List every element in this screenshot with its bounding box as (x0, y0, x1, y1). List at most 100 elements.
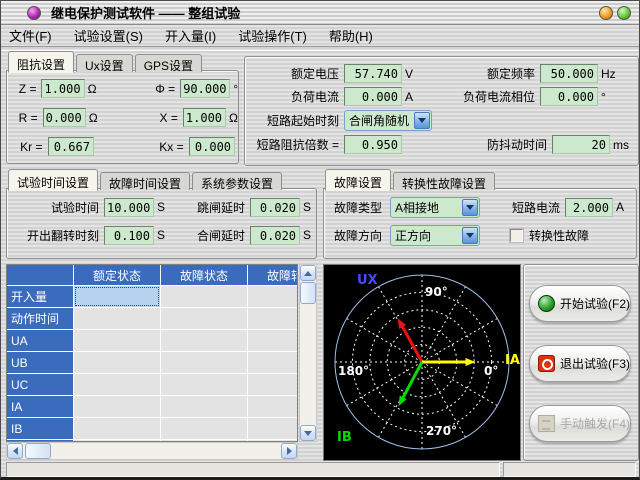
vertical-scroll-thumb[interactable] (300, 282, 316, 304)
table-cell[interactable] (161, 308, 247, 329)
phi-unit: ° (233, 82, 238, 96)
arrow-down-icon (304, 431, 312, 436)
action-button-panel: 开始试验(F2) 退出试验(F3) 手动触发(F4) (523, 264, 639, 461)
table-cell[interactable] (161, 374, 247, 395)
table-cell[interactable] (74, 418, 160, 439)
table-cell[interactable] (74, 352, 160, 373)
table-cell[interactable] (74, 374, 160, 395)
table-cell[interactable] (248, 352, 298, 373)
z-input[interactable]: 1.000 (41, 79, 84, 98)
anti-shake-input[interactable]: 20 (552, 135, 610, 154)
table-cell[interactable] (248, 330, 298, 351)
table-cell[interactable] (74, 308, 160, 329)
menu-file[interactable]: 文件(F) (5, 25, 56, 46)
tab-ux-settings[interactable]: Ux设置 (76, 54, 133, 72)
table-cell[interactable] (74, 396, 160, 417)
table-cell[interactable] (248, 286, 298, 307)
ux-label: UX (357, 273, 378, 288)
convert-fault-label: 转换性故障 (529, 227, 589, 244)
minimize-orb-button[interactable] (599, 6, 613, 20)
scroll-left-button[interactable] (7, 443, 23, 459)
r-label: R = (15, 111, 38, 125)
table-cell[interactable] (248, 308, 298, 329)
impedance-multiple-input[interactable]: 0.950 (344, 135, 402, 154)
source-panel: 额定电压 57.740 V 额定频率 50.000 Hz 负荷电流 0.000 … (244, 56, 639, 166)
trip-delay-input[interactable]: 0.020 (250, 198, 300, 217)
ia-phasor-arrowhead (466, 358, 476, 366)
rated-freq-input[interactable]: 50.000 (540, 64, 598, 83)
menu-help[interactable]: 帮助(H) (325, 25, 377, 46)
kx-input[interactable]: 0.000 (189, 137, 235, 156)
x-input[interactable]: 1.000 (183, 108, 226, 127)
menu-binary-input[interactable]: 开入量(I) (161, 25, 220, 46)
table-cell[interactable] (248, 418, 298, 439)
start-test-icon (538, 295, 555, 312)
kr-input[interactable]: 0.667 (48, 137, 94, 156)
phi-input[interactable]: 90.000 (180, 79, 230, 98)
scroll-down-button[interactable] (300, 425, 316, 441)
close-delay-input[interactable]: 0.020 (250, 226, 300, 245)
fault-direction-dropdown-button[interactable] (462, 227, 478, 244)
ib-label: IB (337, 430, 352, 445)
fault-type-dropdown-button[interactable] (462, 199, 478, 216)
r-input[interactable]: 0.000 (43, 108, 86, 127)
scroll-up-button[interactable] (300, 265, 316, 281)
fault-direction-value: 正方向 (391, 227, 461, 244)
tab-fault-settings[interactable]: 故障设置 (325, 169, 391, 191)
tab-system-param-settings[interactable]: 系统参数设置 (192, 172, 282, 190)
table-cell[interactable] (74, 286, 160, 307)
tab-impedance-settings[interactable]: 阻抗设置 (8, 51, 74, 73)
table-cell[interactable] (248, 396, 298, 417)
chevron-down-icon (418, 118, 426, 123)
column-header: 故障转换 (248, 265, 298, 285)
start-test-button[interactable]: 开始试验(F2) (529, 285, 631, 322)
axis-label-90: 90° (425, 285, 448, 299)
rated-voltage-input[interactable]: 57.740 (344, 64, 402, 83)
table-cell[interactable] (248, 374, 298, 395)
fault-type-dropdown[interactable]: A相接地 (390, 197, 480, 218)
anti-shake-label: 防抖动时间 (439, 136, 547, 153)
short-start-dropdown[interactable]: 合闸角随机 (344, 110, 432, 131)
axis-label-180: 180° (338, 364, 369, 378)
output-flip-time-input[interactable]: 0.100 (104, 226, 154, 245)
test-time-input[interactable]: 10.000 (104, 198, 154, 217)
impedance-multiple-label: 短路阻抗倍数 = (245, 136, 339, 153)
horizontal-scrollbar[interactable] (6, 442, 298, 460)
close-orb-button[interactable] (617, 6, 631, 20)
tab-test-time-settings[interactable]: 试验时间设置 (8, 169, 98, 191)
fault-direction-dropdown[interactable]: 正方向 (390, 225, 480, 246)
tab-fault-time-settings[interactable]: 故障时间设置 (100, 172, 190, 190)
tab-convert-fault-settings[interactable]: 转换性故障设置 (393, 172, 495, 190)
load-current-phase-input[interactable]: 0.000 (540, 87, 598, 106)
trip-delay-unit: S (303, 200, 311, 214)
short-start-value: 合闸角随机 (345, 112, 413, 129)
load-current-phase-unit: ° (601, 90, 606, 104)
table-cell[interactable] (161, 286, 247, 307)
phasor-plot: 90° 180° 0° 270° UX IA IB (323, 264, 521, 461)
load-current-input[interactable]: 0.000 (344, 87, 402, 106)
horizontal-scroll-thumb[interactable] (25, 443, 51, 459)
time-panel-body: 试验时间 10.000 S 跳闸延时 0.020 S 开出翻转时刻 0.100 … (6, 188, 317, 259)
convert-fault-checkbox[interactable] (510, 229, 523, 242)
exit-test-button[interactable]: 退出试验(F3) (529, 345, 631, 382)
manual-trigger-icon (538, 415, 555, 432)
short-start-dropdown-button[interactable] (414, 112, 430, 129)
menu-bar: 文件(F) 试验设置(S) 开入量(I) 试验操作(T) 帮助(H) (1, 25, 639, 45)
short-current-input[interactable]: 2.000 (565, 198, 613, 217)
table-cell[interactable] (161, 352, 247, 373)
app-window: 继电保护测试软件 —— 整组试验 文件(F) 试验设置(S) 开入量(I) 试验… (0, 0, 640, 480)
tab-gps-settings[interactable]: GPS设置 (135, 54, 202, 72)
menu-test-settings[interactable]: 试验设置(S) (70, 25, 147, 46)
menu-test-operation[interactable]: 试验操作(T) (234, 25, 311, 46)
anti-shake-unit: ms (613, 138, 629, 152)
trip-delay-label: 跳闸延时 (179, 199, 245, 216)
z-label: Z = (15, 82, 36, 96)
table-cell[interactable] (161, 396, 247, 417)
table-cell[interactable] (74, 330, 160, 351)
r-unit: Ω (89, 111, 98, 125)
scroll-right-button[interactable] (281, 443, 297, 459)
table-cell[interactable] (161, 330, 247, 351)
ib-phasor-arrowhead (399, 396, 407, 407)
table-cell[interactable] (161, 418, 247, 439)
vertical-scrollbar[interactable] (299, 264, 317, 442)
